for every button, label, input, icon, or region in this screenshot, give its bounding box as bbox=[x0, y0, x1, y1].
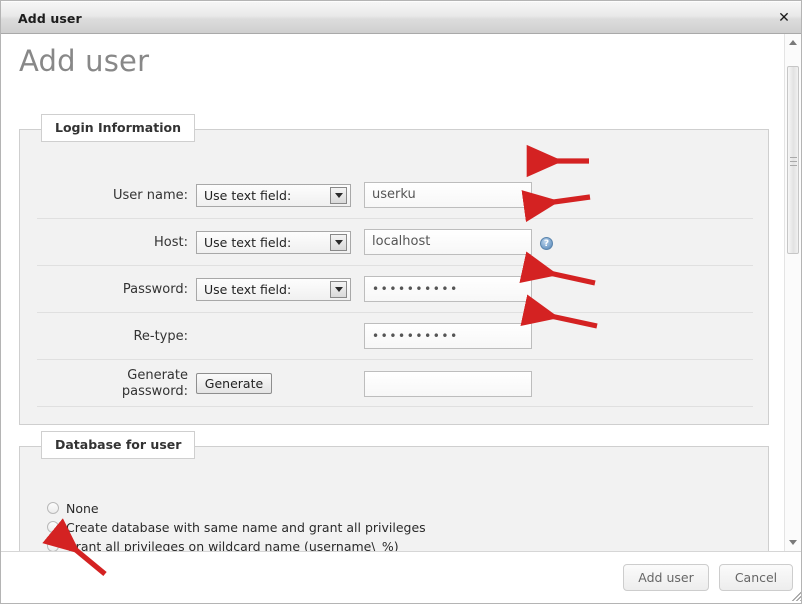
cancel-button[interactable]: Cancel bbox=[719, 564, 793, 591]
retype-password-input[interactable]: •••••••••• bbox=[364, 323, 532, 349]
resize-grip-icon[interactable] bbox=[787, 587, 801, 601]
generated-password-input[interactable] bbox=[364, 371, 532, 397]
dialog-titlebar: Add user ✕ bbox=[1, 1, 801, 34]
generate-password-label-line2: password: bbox=[121, 384, 188, 399]
scrollbar-grip-line bbox=[790, 165, 797, 166]
form-row-username: User name: Use text field: userku bbox=[37, 172, 753, 219]
host-input[interactable]: localhost bbox=[364, 229, 532, 255]
scroll-up-icon[interactable] bbox=[785, 34, 801, 51]
chevron-down-icon[interactable] bbox=[330, 234, 347, 251]
username-mode-select[interactable]: Use text field: bbox=[196, 184, 351, 207]
password-mode-select[interactable]: Use text field: bbox=[196, 278, 351, 301]
generate-button[interactable]: Generate bbox=[196, 373, 272, 394]
database-for-user-fieldset: Database for user None Create database w… bbox=[19, 431, 769, 551]
username-input[interactable]: userku bbox=[364, 182, 532, 208]
password-label: Password: bbox=[122, 282, 188, 297]
host-mode-select-value: Use text field: bbox=[204, 235, 292, 250]
scroll-down-icon[interactable] bbox=[785, 534, 801, 551]
login-information-legend: Login Information bbox=[41, 114, 195, 142]
chevron-down-icon[interactable] bbox=[330, 281, 347, 298]
vertical-scrollbar[interactable] bbox=[784, 34, 801, 551]
scrollbar-grip-line bbox=[790, 161, 797, 162]
scrollbar-grip-line bbox=[790, 157, 797, 158]
host-mode-select[interactable]: Use text field: bbox=[196, 231, 351, 254]
add-user-dialog: Add user ✕ Add user Login Information Us… bbox=[0, 0, 802, 604]
radio-icon[interactable] bbox=[47, 540, 59, 551]
username-mode-select-value: Use text field: bbox=[204, 188, 292, 203]
scrollbar-thumb[interactable] bbox=[787, 66, 799, 254]
radio-icon[interactable] bbox=[47, 521, 59, 533]
generate-password-label-line1: Generate bbox=[127, 368, 188, 383]
radio-icon[interactable] bbox=[47, 502, 59, 514]
form-row-password: Password: Use text field: •••••••••• bbox=[37, 266, 753, 313]
host-label: Host: bbox=[154, 235, 188, 250]
dialog-content: Add user Login Information User name: Us… bbox=[1, 34, 786, 551]
username-label: User name: bbox=[112, 188, 188, 203]
generate-password-label: Generate password: bbox=[37, 368, 188, 400]
help-icon[interactable]: ? bbox=[540, 237, 553, 250]
radio-option-label: None bbox=[66, 501, 99, 516]
password-mode-select-value: Use text field: bbox=[204, 282, 292, 297]
close-icon[interactable]: ✕ bbox=[773, 8, 795, 28]
login-information-fieldset: Login Information User name: Use text fi… bbox=[19, 114, 769, 425]
chevron-down-icon[interactable] bbox=[330, 187, 347, 204]
dialog-title: Add user bbox=[18, 11, 82, 26]
dialog-footer: Add user Cancel bbox=[1, 551, 801, 603]
page-title: Add user bbox=[19, 44, 150, 78]
radio-option-label: Grant all privileges on wildcard name (u… bbox=[66, 539, 399, 551]
database-for-user-legend: Database for user bbox=[41, 431, 196, 459]
form-row-host: Host: Use text field: localhost ? bbox=[37, 219, 753, 266]
retype-label: Re-type: bbox=[133, 329, 188, 344]
radio-option-label: Create database with same name and grant… bbox=[66, 520, 426, 535]
add-user-button[interactable]: Add user bbox=[623, 564, 709, 591]
form-row-retype: Re-type: •••••••••• bbox=[37, 313, 753, 360]
form-row-generate-password: Generate password: Generate bbox=[37, 360, 753, 407]
password-input[interactable]: •••••••••• bbox=[364, 276, 532, 302]
